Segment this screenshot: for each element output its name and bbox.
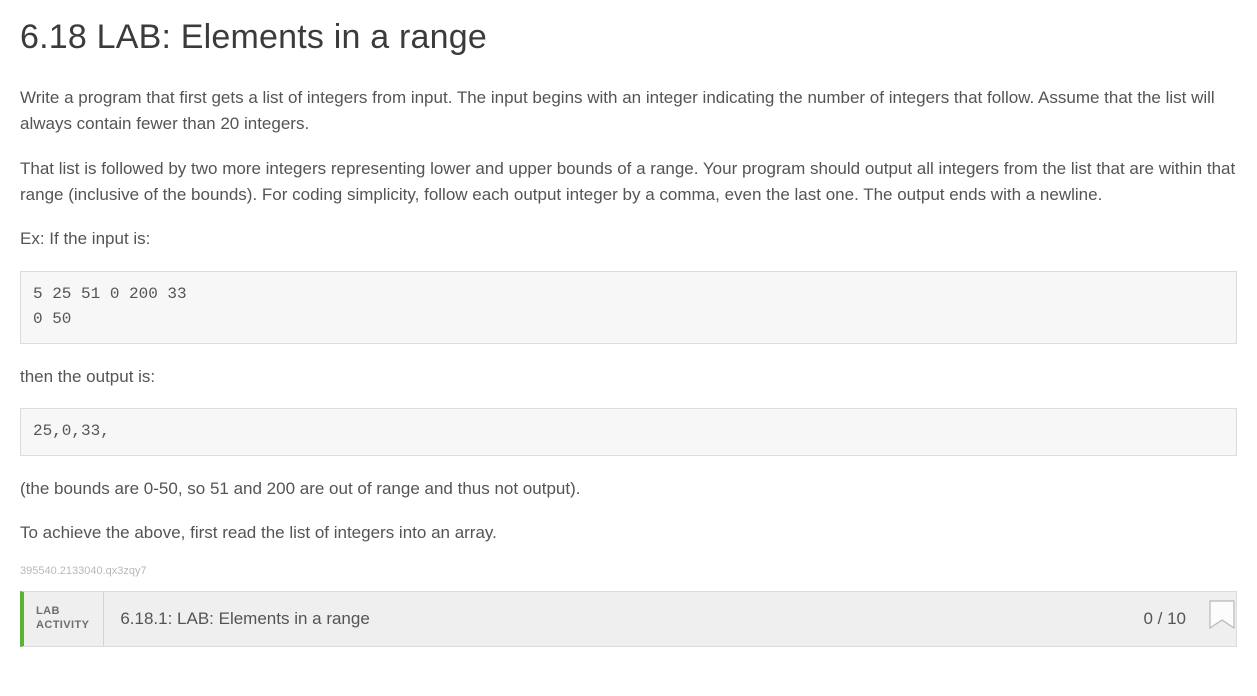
lab-score: 0 / 10 (1143, 592, 1198, 646)
lab-label-line1: LAB (36, 605, 89, 619)
example-intro: Ex: If the input is: (20, 226, 1237, 252)
example-output-code: 25,0,33, (20, 408, 1237, 456)
explanation-paragraph: (the bounds are 0-50, so 51 and 200 are … (20, 476, 1237, 502)
intro-paragraph-2: That list is followed by two more intege… (20, 156, 1237, 209)
lab-activity-bar: LAB ACTIVITY 6.18.1: LAB: Elements in a … (20, 591, 1237, 647)
lab-activity-title: 6.18.1: LAB: Elements in a range (104, 592, 1143, 646)
example-input-code: 5 25 51 0 200 33 0 50 (20, 271, 1237, 344)
page-title: 6.18 LAB: Elements in a range (20, 18, 1237, 57)
lab-activity-label: LAB ACTIVITY (24, 592, 104, 646)
lab-label-line2: ACTIVITY (36, 619, 89, 633)
intro-paragraph-1: Write a program that first gets a list o… (20, 85, 1237, 138)
bookmark-icon[interactable] (1208, 600, 1236, 634)
output-intro: then the output is: (20, 364, 1237, 390)
instruction-paragraph: To achieve the above, first read the lis… (20, 520, 1237, 546)
meta-id: 395540.2133040.qx3zqy7 (20, 565, 1237, 577)
